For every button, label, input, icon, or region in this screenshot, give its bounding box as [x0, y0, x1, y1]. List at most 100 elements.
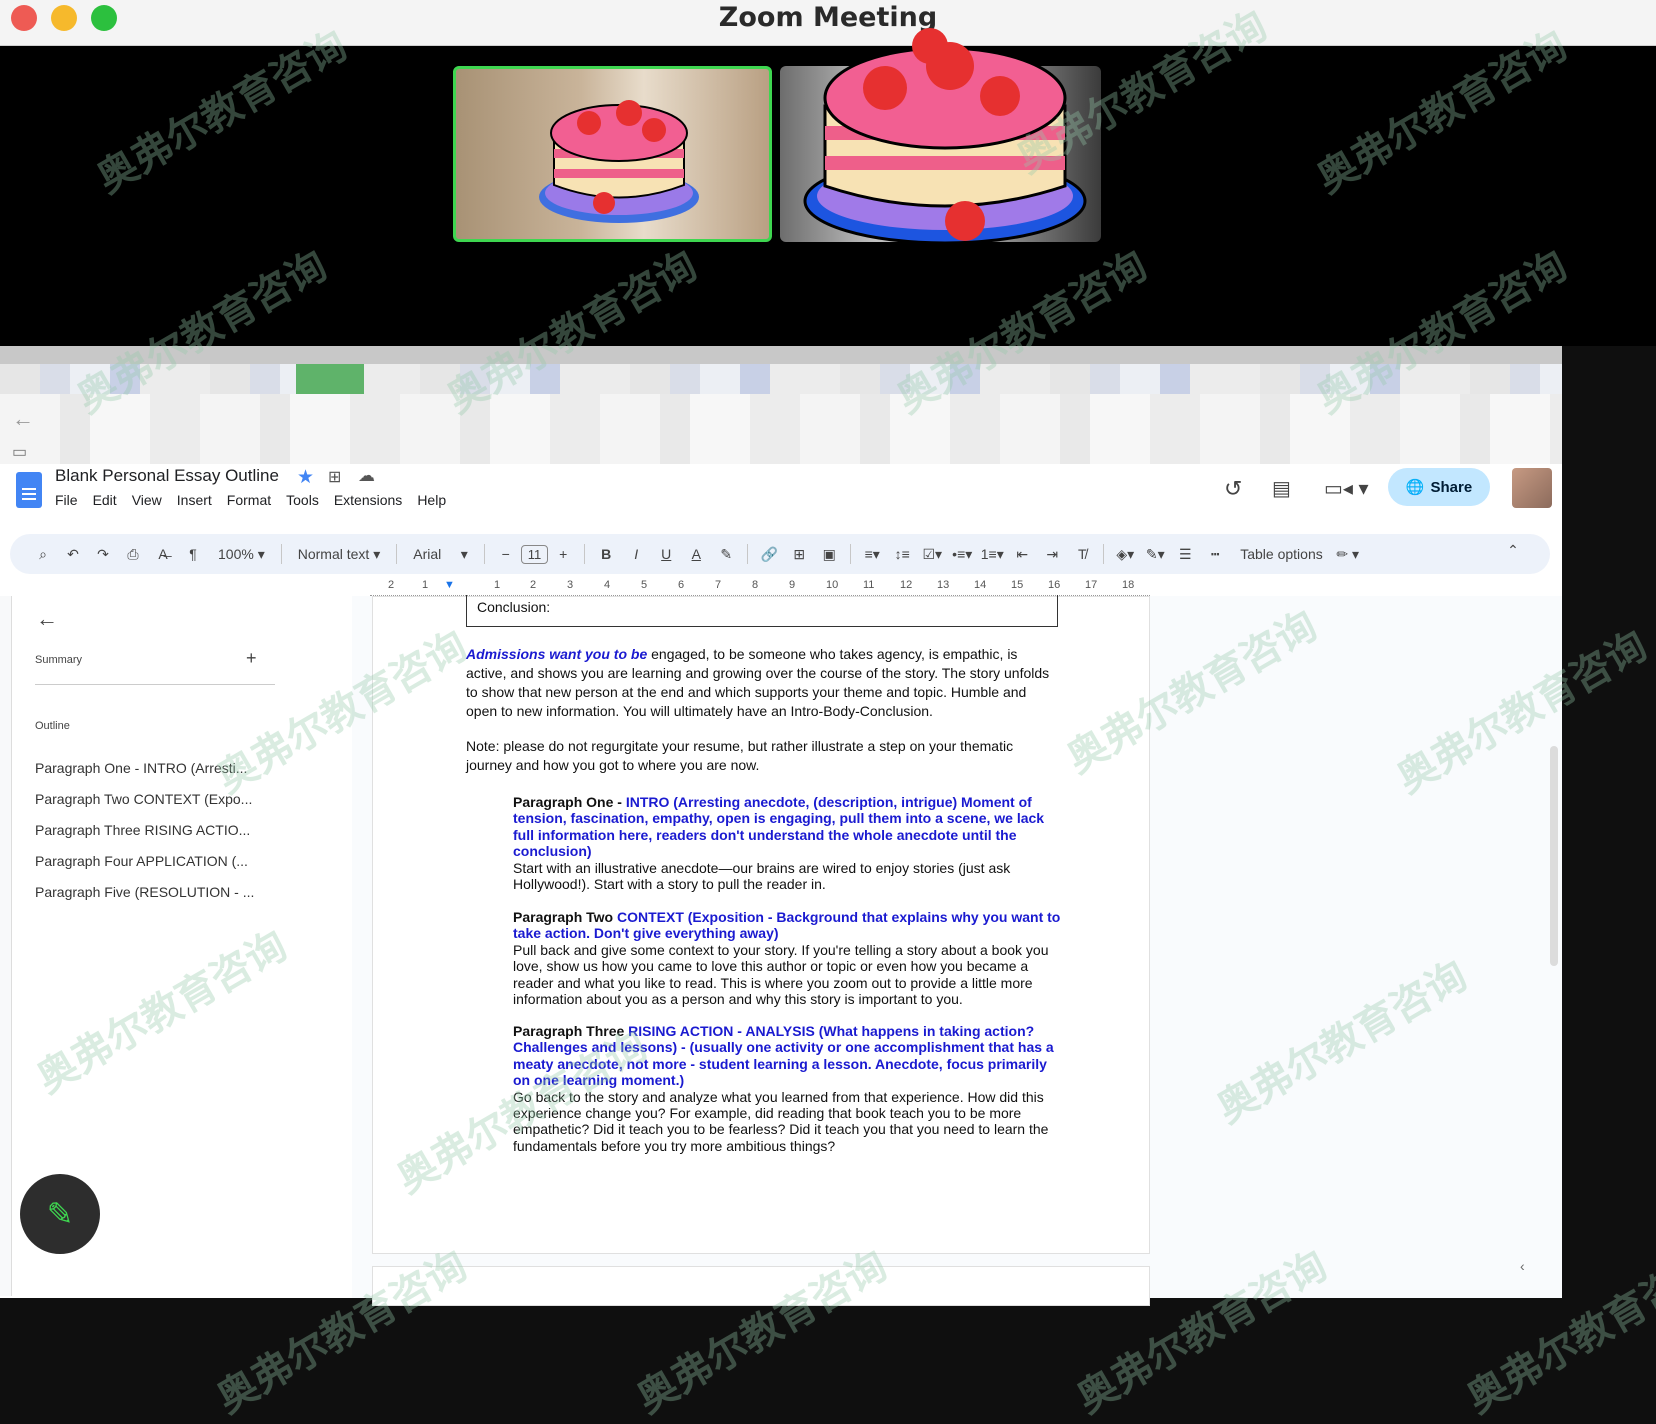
- document-canvas: Conclusion: Admissions want you to be en…: [352, 595, 1562, 1306]
- browser-back-icon[interactable]: ←: [12, 406, 34, 432]
- ruler-tick: 9: [789, 579, 796, 591]
- zoom-value: 100%: [218, 545, 254, 562]
- checklist-icon[interactable]: ☑▾: [917, 546, 947, 563]
- intro-paragraph[interactable]: Admissions want you to be engaged, to be…: [466, 645, 1058, 721]
- outline-item[interactable]: Paragraph One - INTRO (Arresti...: [35, 760, 247, 776]
- fill-color-icon[interactable]: ◈▾: [1110, 546, 1140, 563]
- font-select[interactable]: Arial ▾: [403, 546, 478, 563]
- comments-icon[interactable]: ▤: [1272, 476, 1291, 501]
- star-icon[interactable]: ★: [297, 466, 314, 489]
- toolbar-divider: [483, 544, 485, 564]
- ruler-tick: 2: [530, 579, 537, 591]
- hide-menus-icon[interactable]: ⌃: [1498, 542, 1528, 559]
- share-button[interactable]: 🌐 Share: [1388, 468, 1490, 506]
- paint-format-icon[interactable]: ¶: [178, 546, 208, 562]
- menu-view[interactable]: View: [132, 492, 162, 508]
- folder-icon[interactable]: ▭: [12, 442, 27, 462]
- cake-sticker-icon: [803, 28, 1087, 245]
- italic-icon[interactable]: I: [621, 546, 651, 562]
- print-icon[interactable]: ⎙: [118, 546, 148, 563]
- add-summary-icon[interactable]: +: [246, 648, 257, 669]
- blurred-tab-strip: [0, 346, 1562, 364]
- outline-item[interactable]: Paragraph Three RISING ACTIO...: [35, 822, 250, 838]
- note-paragraph[interactable]: Note: please do not regurgitate your res…: [466, 737, 1058, 775]
- numbered-list-icon[interactable]: 1≡▾: [977, 546, 1007, 563]
- outline-item[interactable]: Paragraph Four APPLICATION (...: [35, 853, 248, 869]
- underline-icon[interactable]: U: [651, 546, 681, 562]
- ruler-tick: 6: [678, 579, 685, 591]
- annotate-pencil-button[interactable]: ✎: [20, 1174, 100, 1254]
- formatting-toolbar: ⌕ ↶ ↷ ⎙ A̶ ¶ 100% ▾ Normal text ▾ Arial …: [10, 534, 1550, 574]
- avatar[interactable]: [1512, 468, 1552, 508]
- zoom-select[interactable]: 100% ▾: [208, 546, 275, 563]
- document-page-2[interactable]: [372, 1266, 1150, 1306]
- paragraph-two-block[interactable]: Paragraph Two CONTEXT (Exposition - Back…: [513, 909, 1061, 1007]
- menu-bar: File Edit View Insert Format Tools Exten…: [55, 492, 446, 508]
- editing-mode-icon[interactable]: ✏ ▾: [1333, 546, 1363, 563]
- paragraph-three-block[interactable]: Paragraph Three RISING ACTION - ANALYSIS…: [513, 1023, 1061, 1154]
- menu-insert[interactable]: Insert: [177, 492, 212, 508]
- menu-extensions[interactable]: Extensions: [334, 492, 402, 508]
- spellcheck-icon[interactable]: A̶: [148, 546, 178, 562]
- border-color-icon[interactable]: ✎▾: [1140, 546, 1170, 563]
- p2-body: Pull back and give some context to your …: [513, 941, 1049, 1008]
- toolbar-divider: [747, 544, 749, 564]
- menu-edit[interactable]: Edit: [93, 492, 117, 508]
- border-width-icon[interactable]: ☰: [1170, 546, 1200, 563]
- move-to-folder-icon[interactable]: ⊞: [328, 467, 341, 487]
- close-outline-icon[interactable]: ←: [36, 606, 58, 632]
- globe-icon: 🌐: [1405, 479, 1425, 496]
- text-color-icon[interactable]: A: [681, 546, 711, 562]
- search-icon[interactable]: ⌕: [28, 546, 58, 563]
- undo-icon[interactable]: ↶: [58, 546, 88, 563]
- p2-heading: Paragraph Two: [513, 909, 617, 925]
- decrease-indent-icon[interactable]: ⇤: [1007, 546, 1037, 563]
- outline-item[interactable]: Paragraph Two CONTEXT (Expo...: [35, 791, 252, 807]
- insert-link-icon[interactable]: 🔗: [754, 546, 784, 563]
- increase-font-size-icon[interactable]: +: [548, 546, 578, 562]
- ruler-tick: 4: [604, 579, 611, 591]
- summary-label: Summary: [35, 654, 83, 666]
- ruler-tick: 14: [974, 579, 987, 591]
- line-spacing-icon[interactable]: ↕≡: [887, 546, 917, 562]
- font-size-input[interactable]: 11: [520, 544, 549, 564]
- highlight-icon[interactable]: ✎: [711, 546, 741, 563]
- ruler-tick: 18: [1122, 579, 1135, 591]
- document-title[interactable]: Blank Personal Essay Outline: [55, 466, 279, 486]
- menu-format[interactable]: Format: [227, 492, 271, 508]
- conclusion-table-cell[interactable]: Conclusion:: [466, 595, 1058, 627]
- expand-side-panel-icon[interactable]: ‹: [1520, 1258, 1525, 1274]
- menu-help[interactable]: Help: [417, 492, 446, 508]
- border-dash-icon[interactable]: ┅: [1200, 546, 1230, 563]
- indent-marker-icon[interactable]: ▼: [444, 579, 455, 591]
- ruler-tick: 8: [752, 579, 759, 591]
- bulleted-list-icon[interactable]: •≡▾: [947, 546, 977, 563]
- vertical-scrollbar[interactable]: [1550, 746, 1558, 966]
- ruler-tick: 10: [826, 579, 839, 591]
- document-page[interactable]: Conclusion: Admissions want you to be en…: [372, 595, 1150, 1254]
- align-icon[interactable]: ≡▾: [857, 546, 887, 563]
- ruler-tick: 17: [1085, 579, 1098, 591]
- table-options-button[interactable]: Table options: [1230, 546, 1333, 562]
- paragraph-one-block[interactable]: Paragraph One - INTRO (Arresting anecdot…: [513, 794, 1061, 892]
- meet-camera-icon[interactable]: ▭◂ ▾: [1324, 476, 1369, 501]
- cloud-saved-icon[interactable]: ☁: [358, 466, 375, 486]
- decrease-font-size-icon[interactable]: −: [491, 546, 521, 562]
- style-select[interactable]: Normal text ▾: [288, 546, 391, 563]
- increase-indent-icon[interactable]: ⇥: [1037, 546, 1067, 563]
- intro-emphasis: Admissions want you to be: [466, 646, 648, 662]
- version-history-icon[interactable]: ↺: [1224, 476, 1242, 502]
- add-comment-icon[interactable]: ⊞: [784, 546, 814, 563]
- horizontal-ruler[interactable]: 2 1 ▼ 1 2 3 4 5 6 7 8 9 10 11 12 13 14 1…: [370, 578, 1150, 596]
- toolbar-divider: [280, 544, 282, 564]
- google-docs-logo-icon[interactable]: [16, 472, 42, 508]
- toolbar-divider: [1103, 544, 1105, 564]
- redo-icon[interactable]: ↷: [88, 546, 118, 563]
- menu-tools[interactable]: Tools: [286, 492, 319, 508]
- participant-video-tile-1[interactable]: [453, 66, 772, 242]
- menu-file[interactable]: File: [55, 492, 78, 508]
- insert-image-icon[interactable]: ▣: [814, 546, 844, 563]
- clear-formatting-icon[interactable]: T̸: [1067, 546, 1097, 562]
- outline-item[interactable]: Paragraph Five (RESOLUTION - ...: [35, 884, 254, 900]
- bold-icon[interactable]: B: [591, 546, 621, 562]
